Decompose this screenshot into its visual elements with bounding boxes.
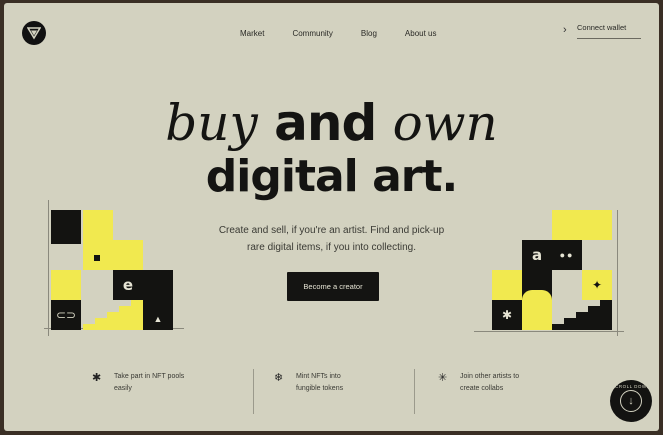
feature-line: create collabs: [460, 385, 504, 392]
link-icon-block: ⊂⊃: [51, 300, 81, 330]
scroll-down-button[interactable]: SCROLL DOWN ↓: [610, 380, 652, 422]
hero-title-line2: digital art.: [205, 151, 458, 202]
connect-wallet-button[interactable]: › Connect wallet: [563, 23, 641, 39]
stairs-block: [552, 300, 612, 330]
hero-word-and: and: [257, 94, 393, 152]
letter-a: a: [531, 246, 543, 264]
feature-join-artists: ✳ Join other artists to create collabs: [438, 371, 550, 395]
feature-line: Mint NFTs into: [296, 373, 341, 380]
sparkle-icon: ✦: [591, 278, 603, 292]
divider: [414, 369, 415, 414]
stairs-block: [83, 300, 143, 330]
square-icon: [94, 255, 100, 261]
feature-line: Join other artists to: [460, 373, 520, 380]
yellow-block: [83, 210, 113, 270]
feature-mint-nfts: ❄ Mint NFTs into fungible tokens: [274, 371, 386, 395]
chevron-right-icon: ›: [563, 24, 567, 36]
letter-block: a: [522, 240, 552, 270]
asterisk-icon: ✱: [501, 308, 513, 322]
letter-e: e: [122, 276, 134, 294]
triangle-icon: ▲: [153, 314, 163, 324]
hero-word-own: own: [392, 94, 498, 152]
asterisk-block: ✱: [492, 300, 522, 330]
link-icon: ⊂⊃: [55, 308, 77, 322]
yellow-block: [51, 270, 81, 300]
sparkle-block: ✦: [582, 270, 612, 300]
divider: [48, 200, 49, 336]
connect-wallet-label: Connect wallet: [577, 23, 641, 39]
snowflake-icon: ❄: [274, 372, 284, 384]
asterisk-icon: ✱: [92, 372, 102, 384]
logo-icon[interactable]: [22, 21, 46, 45]
main-nav: Market Community Blog About us: [240, 29, 465, 38]
hero-title-line1: buy and own: [4, 95, 659, 151]
divider: [474, 331, 624, 332]
feature-line: fungible tokens: [296, 385, 344, 392]
nav-blog[interactable]: Blog: [361, 29, 377, 38]
yellow-block: [113, 240, 143, 270]
nav-market[interactable]: Market: [240, 29, 264, 38]
sparkle-icon: ✳: [438, 372, 448, 384]
feature-line: Take part in NFT pools: [114, 373, 185, 380]
black-block: ▲: [143, 270, 173, 330]
page: Market Community Blog About us › Connect…: [4, 3, 659, 431]
yellow-block: [492, 270, 522, 300]
scroll-down-text: SCROLL DOWN: [611, 384, 651, 389]
feature-line: easily: [114, 385, 132, 392]
nav-about-us[interactable]: About us: [405, 29, 437, 38]
feature-nft-pools: ✱ Take part in NFT pools easily: [92, 371, 204, 395]
arrow-down-icon: ↓: [620, 390, 642, 412]
nav-community[interactable]: Community: [292, 29, 332, 38]
become-creator-button[interactable]: Become a creator: [287, 272, 379, 301]
letter-block: e: [113, 270, 143, 300]
divider: [617, 210, 618, 336]
dots-icon: ●●: [559, 250, 575, 260]
yellow-block: [552, 210, 612, 240]
black-block: [51, 210, 81, 244]
dots-block: ●●: [552, 240, 582, 270]
hero-word-buy: buy: [165, 94, 258, 152]
yellow-wave-block: [522, 290, 552, 330]
divider: [253, 369, 254, 414]
